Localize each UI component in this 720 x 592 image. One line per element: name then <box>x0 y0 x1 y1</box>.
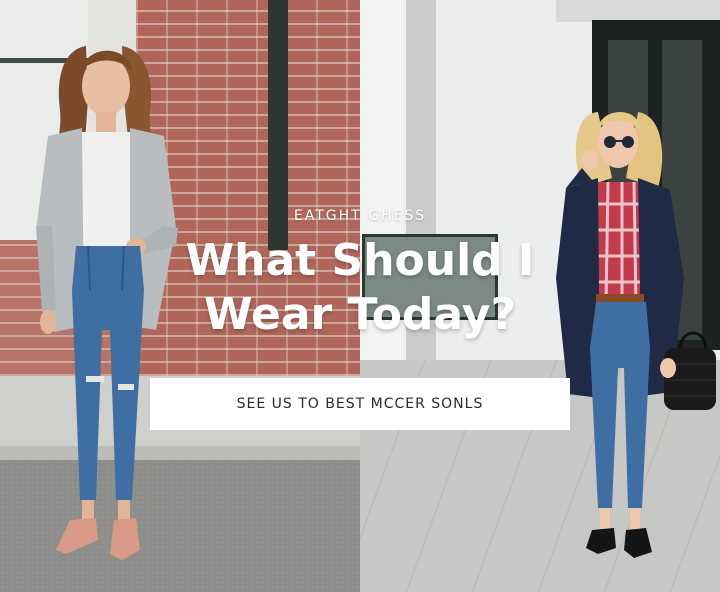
cta-button[interactable]: SEE US TO BEST MCCER SONLS <box>150 378 570 430</box>
fashion-banner: EATGHT GHESS What Should I Wear Today? S… <box>0 0 720 592</box>
headline: What Should I Wear Today? <box>130 234 590 342</box>
headline-line-2: Wear Today? <box>204 289 516 340</box>
door-header <box>556 0 720 22</box>
kicker-text: EATGHT GHESS <box>293 208 427 224</box>
headline-overlay: EATGHT GHESS What Should I Wear Today? <box>130 200 590 342</box>
headline-line-1: What Should I <box>185 235 535 286</box>
